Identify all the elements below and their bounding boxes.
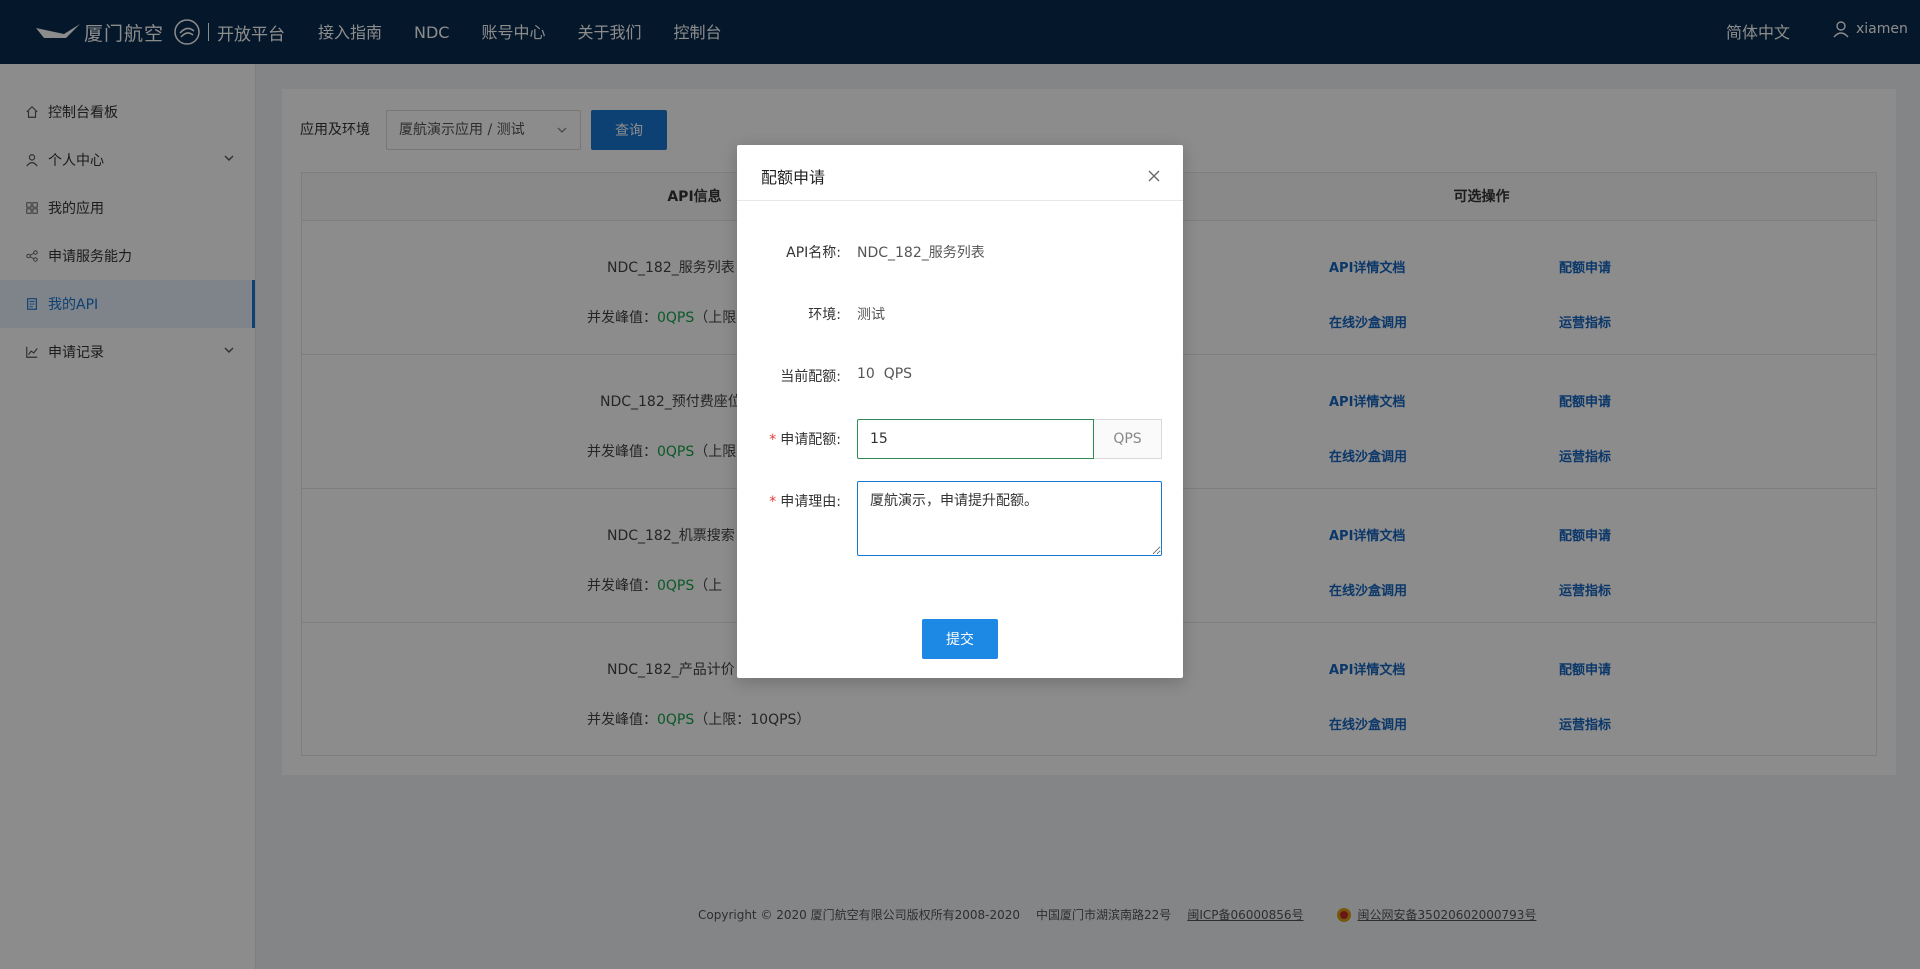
quota-apply-dialog: 配额申请 API名称: NDC_182_服务列表 环境: 测试 当前配额: 10… xyxy=(737,145,1183,678)
request-quota-input[interactable] xyxy=(857,419,1094,459)
request-quota-label-text: 申请配额: xyxy=(780,432,841,448)
close-icon[interactable] xyxy=(1147,169,1161,183)
reason-label-text: 申请理由: xyxy=(780,494,841,510)
env-label: 环境: xyxy=(808,307,841,323)
api-name-label: API名称: xyxy=(786,245,841,261)
reason-label: * 申请理由: xyxy=(737,491,841,511)
quota-unit-suffix: QPS xyxy=(1094,419,1162,459)
submit-button[interactable]: 提交 xyxy=(922,619,998,659)
dialog-header: 配额申请 xyxy=(737,145,1183,201)
current-quota-value: 10 QPS xyxy=(857,366,913,382)
reason-textarea[interactable]: 厦航演示，申请提升配额。 xyxy=(857,481,1162,556)
request-quota-label: * 申请配额: xyxy=(737,429,841,449)
env-value: 测试 xyxy=(857,307,885,323)
dialog-title: 配额申请 xyxy=(761,168,826,187)
required-mark: * xyxy=(769,494,777,510)
current-quota-label: 当前配额: xyxy=(780,369,841,385)
api-name-value: NDC_182_服务列表 xyxy=(857,245,985,261)
required-mark: * xyxy=(769,432,777,448)
